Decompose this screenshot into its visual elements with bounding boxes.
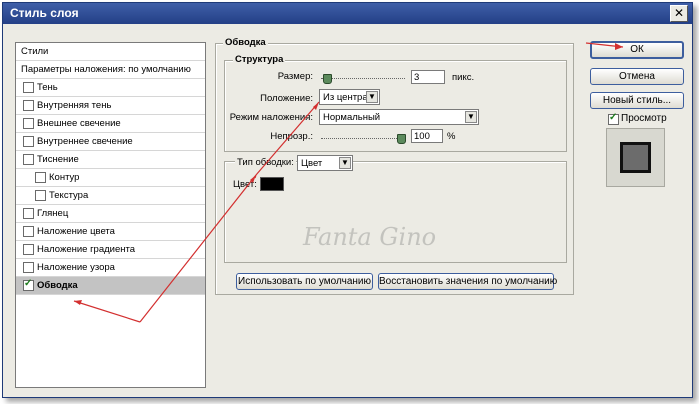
size-label: Размер: [277, 71, 313, 82]
style-item-label: Обводка [37, 280, 78, 291]
checkmark-icon: ✓ [24, 278, 33, 289]
blending-options-item[interactable]: Параметры наложения: по умолчанию [16, 61, 205, 79]
layer-style-dialog: Стиль слоя ✕ Стили Параметры наложения: … [2, 2, 693, 398]
style-item-checkbox[interactable] [23, 226, 34, 237]
chevron-down-icon: ▼ [465, 111, 477, 123]
style-item-label: Тиснение [37, 154, 79, 165]
style-item[interactable]: Наложение цвета [16, 223, 205, 241]
preview-label: Просмотр [621, 113, 667, 124]
styles-list: Стили Параметры наложения: по умолчанию … [15, 42, 206, 388]
blending-options-label: Параметры наложения: по умолчанию [21, 64, 191, 75]
styles-header[interactable]: Стили [16, 43, 205, 61]
style-item[interactable]: Тиснение [16, 151, 205, 169]
style-item[interactable]: Контур [16, 169, 205, 187]
style-item[interactable]: Тень [16, 79, 205, 97]
opacity-slider[interactable] [321, 134, 406, 144]
chevron-down-icon: ▼ [339, 157, 351, 169]
fill-type-label: Тип обводки: [235, 157, 296, 168]
size-slider-handle[interactable] [323, 74, 332, 84]
size-slider[interactable] [321, 74, 405, 84]
preview-swatch [620, 142, 651, 173]
style-item[interactable]: Наложение узора [16, 259, 205, 277]
style-item-checkbox[interactable] [35, 172, 46, 183]
fill-type-select[interactable]: Цвет ▼ [297, 155, 353, 171]
style-item-checkbox[interactable] [23, 208, 34, 219]
make-default-button[interactable]: Использовать по умолчанию [236, 273, 373, 290]
structure-group-title: Структура [233, 54, 286, 65]
style-item-label: Наложение цвета [37, 226, 115, 237]
style-item-checkbox[interactable] [23, 100, 34, 111]
blend-mode-value: Нормальный [323, 112, 381, 123]
style-item-checkbox[interactable] [23, 262, 34, 273]
style-item-label: Наложение узора [37, 262, 115, 273]
opacity-input[interactable]: 100 [411, 129, 443, 143]
title-bar: Стиль слоя ✕ [3, 3, 692, 24]
chevron-down-icon: ▼ [366, 91, 378, 103]
position-label: Положение: [260, 93, 313, 104]
cancel-button[interactable]: Отмена [590, 68, 684, 85]
style-item-checkbox[interactable] [23, 154, 34, 165]
style-item-checkbox[interactable] [23, 244, 34, 255]
blend-mode-label: Режим наложения: [229, 112, 313, 123]
style-item-label: Внешнее свечение [37, 118, 121, 129]
style-item[interactable]: Внутреннее свечение [16, 133, 205, 151]
ok-button[interactable]: ОК [590, 41, 684, 59]
style-item-label: Глянец [37, 208, 69, 219]
stroke-group-title: Обводка [223, 37, 268, 48]
reset-default-button[interactable]: Восстановить значения по умолчанию [378, 273, 557, 290]
style-item-label: Внутреннее свечение [37, 136, 133, 147]
watermark-text: Fanta Gino [303, 223, 437, 251]
color-label: Цвет: [233, 179, 257, 190]
styles-header-label: Стили [21, 46, 49, 57]
style-item-checkbox[interactable] [35, 190, 46, 201]
size-unit: пикс. [452, 72, 475, 83]
style-item-label: Текстура [49, 190, 89, 201]
close-icon[interactable]: ✕ [670, 5, 688, 22]
preview-checkbox[interactable]: ✓ [608, 112, 619, 125]
checkmark-icon: ✓ [609, 112, 618, 123]
style-item-checkbox[interactable] [23, 136, 34, 147]
style-item[interactable]: Внутренняя тень [16, 97, 205, 115]
style-item[interactable]: ✓ Обводка [16, 277, 205, 295]
style-item-checkbox[interactable] [23, 118, 34, 129]
stroke-color-swatch[interactable] [260, 177, 284, 191]
style-item-label: Внутренняя тень [37, 100, 112, 111]
style-item-label: Наложение градиента [37, 244, 136, 255]
style-item[interactable]: Текстура [16, 187, 205, 205]
style-preview [606, 128, 665, 187]
style-item-label: Контур [49, 172, 80, 183]
window-title: Стиль слоя [10, 6, 79, 20]
style-item[interactable]: Наложение градиента [16, 241, 205, 259]
style-item[interactable]: Глянец [16, 205, 205, 223]
position-value: Из центра [323, 92, 368, 103]
style-item-label: Тень [37, 82, 58, 93]
style-item-checkbox[interactable] [23, 82, 34, 93]
blend-mode-select[interactable]: Нормальный ▼ [319, 109, 479, 125]
fill-type-value: Цвет [301, 158, 323, 169]
position-select[interactable]: Из центра ▼ [319, 89, 380, 105]
opacity-slider-handle[interactable] [397, 134, 406, 144]
opacity-unit: % [447, 131, 456, 142]
style-item-checkbox[interactable]: ✓ [23, 278, 34, 291]
new-style-button[interactable]: Новый стиль... [590, 92, 684, 109]
size-input[interactable]: 3 [411, 70, 445, 84]
style-item[interactable]: Внешнее свечение [16, 115, 205, 133]
opacity-label: Непрозр.: [270, 131, 313, 142]
